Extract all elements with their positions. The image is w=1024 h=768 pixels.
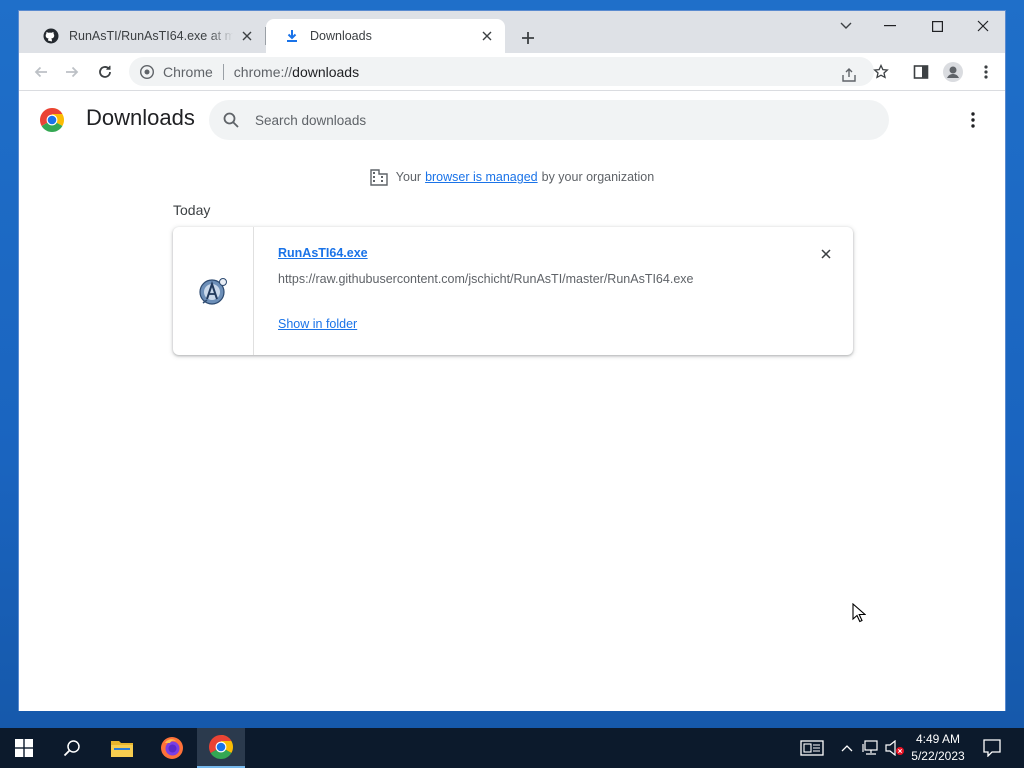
news-widget-button[interactable] [799, 738, 825, 758]
site-chip: Chrome [163, 63, 213, 80]
file-name-link[interactable]: RunAsTI64.exe [278, 246, 368, 260]
firefox-button[interactable] [148, 728, 196, 768]
clock-date: 5/22/2023 [911, 749, 965, 763]
back-arrow-icon [34, 66, 47, 78]
minimize-button[interactable] [867, 11, 913, 41]
url-text: chrome://downloads [234, 64, 359, 80]
maximize-button[interactable] [914, 11, 960, 41]
managed-link[interactable]: browser is managed [425, 170, 538, 184]
chrome-logo-icon [40, 108, 64, 132]
managed-suffix: by your organization [541, 170, 655, 184]
close-window-button[interactable] [960, 11, 1006, 41]
omnibox-divider [222, 63, 224, 80]
search-box[interactable] [209, 100, 889, 140]
tab-strip: RunAsTI/RunAsTI64.exe at maste Downloads [19, 11, 1005, 53]
file-explorer-button[interactable] [98, 728, 146, 768]
file-icon-column [173, 227, 254, 355]
clock-time: 4:49 AM [915, 732, 961, 746]
news-icon [800, 740, 824, 756]
reload-button[interactable] [93, 60, 117, 84]
page-title: Downloads [86, 105, 195, 130]
network-button[interactable] [861, 738, 881, 758]
page-header: Downloads [19, 92, 1005, 148]
file-source-url: https://raw.githubusercontent.com/jschic… [278, 272, 694, 286]
profile-button[interactable] [941, 60, 965, 84]
show-hidden-icons-button[interactable] [837, 738, 857, 758]
chrome-icon [209, 735, 233, 759]
chrome-menu-button[interactable] [974, 60, 998, 84]
search-input[interactable] [255, 112, 835, 128]
avatar-icon [943, 62, 963, 82]
executable-file-icon [199, 278, 227, 305]
download-icon [284, 28, 300, 44]
close-tab-icon[interactable] [239, 28, 255, 44]
managed-prefix: Your [395, 170, 422, 184]
network-icon [862, 740, 878, 755]
reload-icon [99, 65, 111, 78]
side-panel-button[interactable] [909, 60, 933, 84]
more-vertical-icon [984, 65, 988, 79]
date-section-header: Today [173, 202, 211, 218]
url-host: downloads [292, 63, 360, 80]
taskbar: 4:49 AM 5/22/2023 [0, 728, 1024, 768]
more-vertical-icon [971, 112, 975, 128]
address-bar[interactable]: Chrome chrome://downloads [129, 57, 874, 86]
taskbar-clock[interactable]: 4:49 AM 5/22/2023 [905, 731, 971, 765]
folder-icon [111, 741, 133, 757]
star-icon [873, 64, 889, 79]
search-icon [63, 740, 80, 757]
firefox-icon [161, 737, 183, 759]
search-taskbar-button[interactable] [48, 728, 96, 768]
url-scheme: chrome:// [233, 63, 293, 80]
side-panel-icon [913, 65, 929, 79]
close-icon [821, 249, 831, 259]
bookmark-button[interactable] [869, 60, 893, 84]
chrome-taskbar-button[interactable] [197, 728, 245, 768]
chevron-up-icon [841, 745, 853, 752]
close-tab-icon[interactable] [479, 28, 495, 44]
search-icon [221, 110, 241, 130]
back-button[interactable] [29, 60, 53, 84]
download-item: RunAsTI64.exe https://raw.githubusercont… [173, 227, 853, 355]
tab-downloads[interactable]: Downloads [266, 19, 505, 53]
page-menu-button[interactable] [961, 108, 985, 132]
volume-muted-icon [885, 740, 904, 756]
notification-icon [983, 739, 1001, 757]
show-in-folder-link[interactable]: Show in folder [278, 317, 357, 331]
tab-title: RunAsTI/RunAsTI64.exe at maste [69, 29, 233, 43]
chevron-down-icon [840, 22, 852, 29]
chrome-icon [139, 64, 155, 80]
tab-search-button[interactable] [823, 11, 869, 41]
share-icon [842, 68, 856, 82]
volume-button[interactable] [885, 738, 905, 758]
tab-title: Downloads [310, 29, 372, 43]
tab-github[interactable]: RunAsTI/RunAsTI64.exe at maste [25, 19, 265, 53]
share-button[interactable] [837, 63, 861, 87]
action-center-button[interactable] [982, 738, 1002, 758]
start-button[interactable] [0, 728, 48, 768]
new-tab-button[interactable] [517, 27, 539, 49]
windows-logo-icon [15, 739, 33, 757]
toolbar: Chrome chrome://downloads [19, 53, 1005, 91]
mouse-cursor-icon [852, 603, 866, 623]
building-icon [370, 169, 388, 186]
forward-button[interactable] [60, 60, 84, 84]
forward-arrow-icon [66, 66, 79, 78]
remove-download-button[interactable] [816, 244, 836, 264]
managed-notice: Your browser is managed by your organiza… [19, 168, 1005, 186]
github-icon [43, 28, 59, 44]
